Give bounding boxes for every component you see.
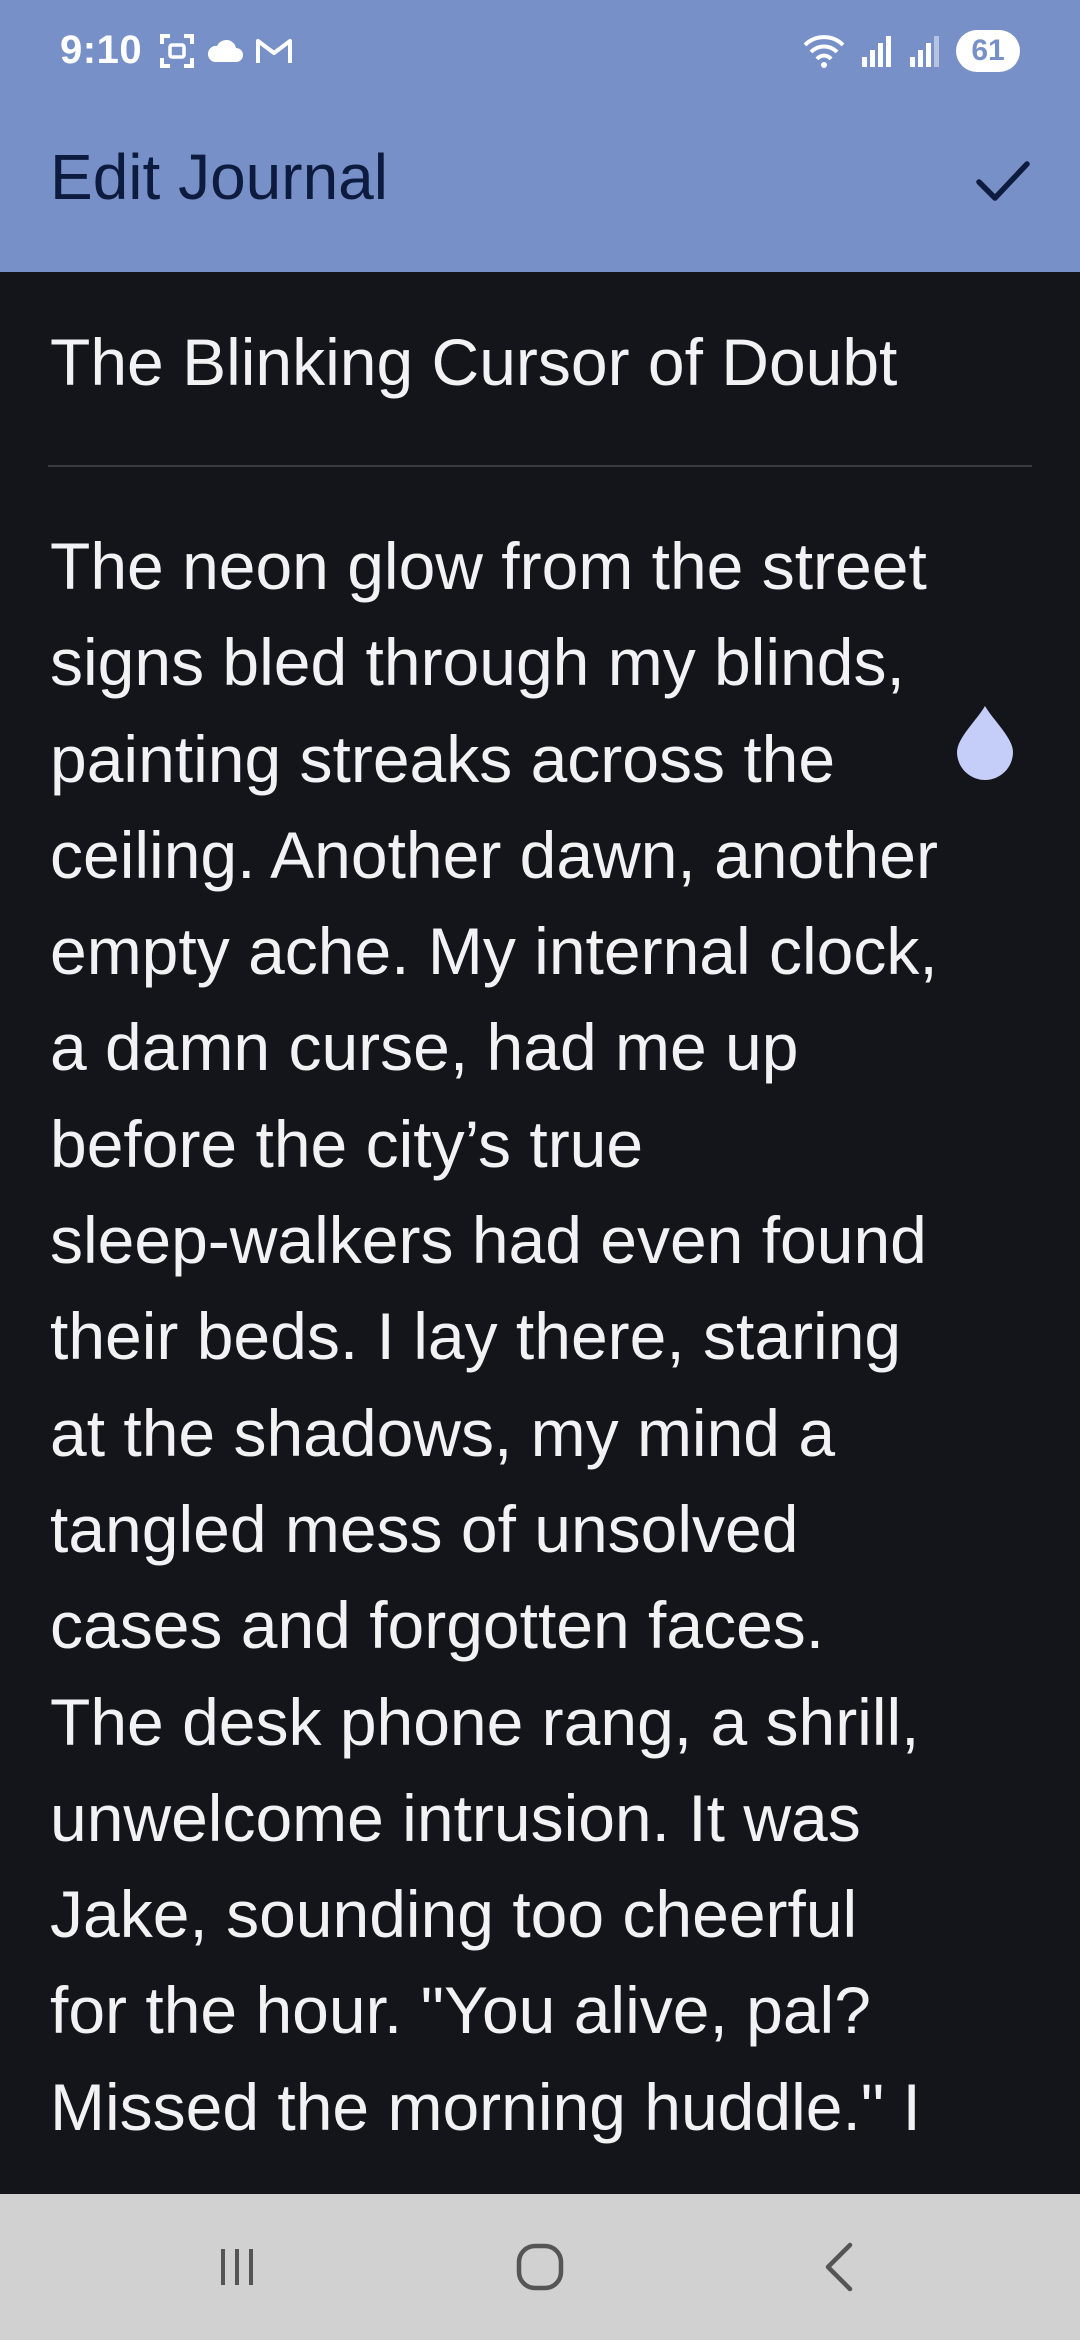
- journal-title-input[interactable]: The Blinking Cursor of Doubt: [50, 324, 1030, 400]
- page-title: Edit Journal: [50, 141, 388, 213]
- body-line: empty ache. My internal clock,: [50, 914, 938, 989]
- check-icon: [976, 161, 1030, 201]
- body-line: before the city’s true: [50, 1106, 644, 1181]
- status-notification-icons: [158, 32, 294, 70]
- status-time: 9:10: [60, 28, 143, 72]
- navigation-bar: [0, 2194, 1080, 2340]
- body-line: sleep-walkers had even found: [50, 1203, 927, 1278]
- cloud-icon: [207, 39, 243, 62]
- status-system-icons: 61: [802, 30, 1020, 72]
- body-line: Jake, sounding too cheerful: [50, 1877, 858, 1952]
- journal-body-input[interactable]: The neon glow from the street signs bled …: [50, 518, 1040, 2155]
- home-icon: [516, 2243, 564, 2291]
- battery-icon: 61: [956, 30, 1020, 72]
- body-line: painting streaks across the: [50, 721, 836, 796]
- body-line: a damn curse, had me up: [50, 1010, 799, 1085]
- back-icon: [825, 2242, 853, 2292]
- status-bar: 9:10 61: [0, 0, 1080, 108]
- body-line: tangled mess of unsolved: [50, 1491, 799, 1566]
- body-line: unwelcome intrusion. It was: [50, 1780, 861, 1855]
- gmail-icon: [256, 39, 292, 63]
- cursor-handle[interactable]: [953, 702, 1017, 782]
- battery-level: 61: [971, 34, 1005, 67]
- body-line: signs bled through my blinds,: [50, 625, 905, 700]
- title-divider: [48, 465, 1032, 467]
- home-button[interactable]: [495, 2222, 585, 2312]
- back-button[interactable]: [795, 2222, 885, 2312]
- recents-button[interactable]: [192, 2222, 282, 2312]
- body-line: The neon glow from the street: [50, 529, 927, 603]
- body-line: cases and forgotten faces.: [50, 1588, 825, 1663]
- recents-icon: [221, 2249, 253, 2285]
- body-line: ceiling. Another dawn, another: [50, 817, 938, 892]
- body-line: Missed the morning huddle." I: [50, 2069, 921, 2144]
- body-line: at the shadows, my mind a: [50, 1395, 836, 1470]
- wifi-icon: [803, 35, 845, 68]
- signal-icon: [862, 36, 891, 67]
- screenshot-icon: [160, 34, 194, 68]
- body-line: The desk phone rang, a shrill,: [50, 1684, 920, 1759]
- save-button[interactable]: [966, 144, 1040, 218]
- signal-icon-2: [910, 36, 939, 67]
- body-line: their beds. I lay there, staring: [50, 1299, 902, 1374]
- journal-editor: The Blinking Cursor of Doubt The neon gl…: [0, 272, 1080, 2194]
- app-bar: Edit Journal: [0, 108, 1080, 272]
- body-line: for the hour. "You alive, pal?: [50, 1973, 871, 2048]
